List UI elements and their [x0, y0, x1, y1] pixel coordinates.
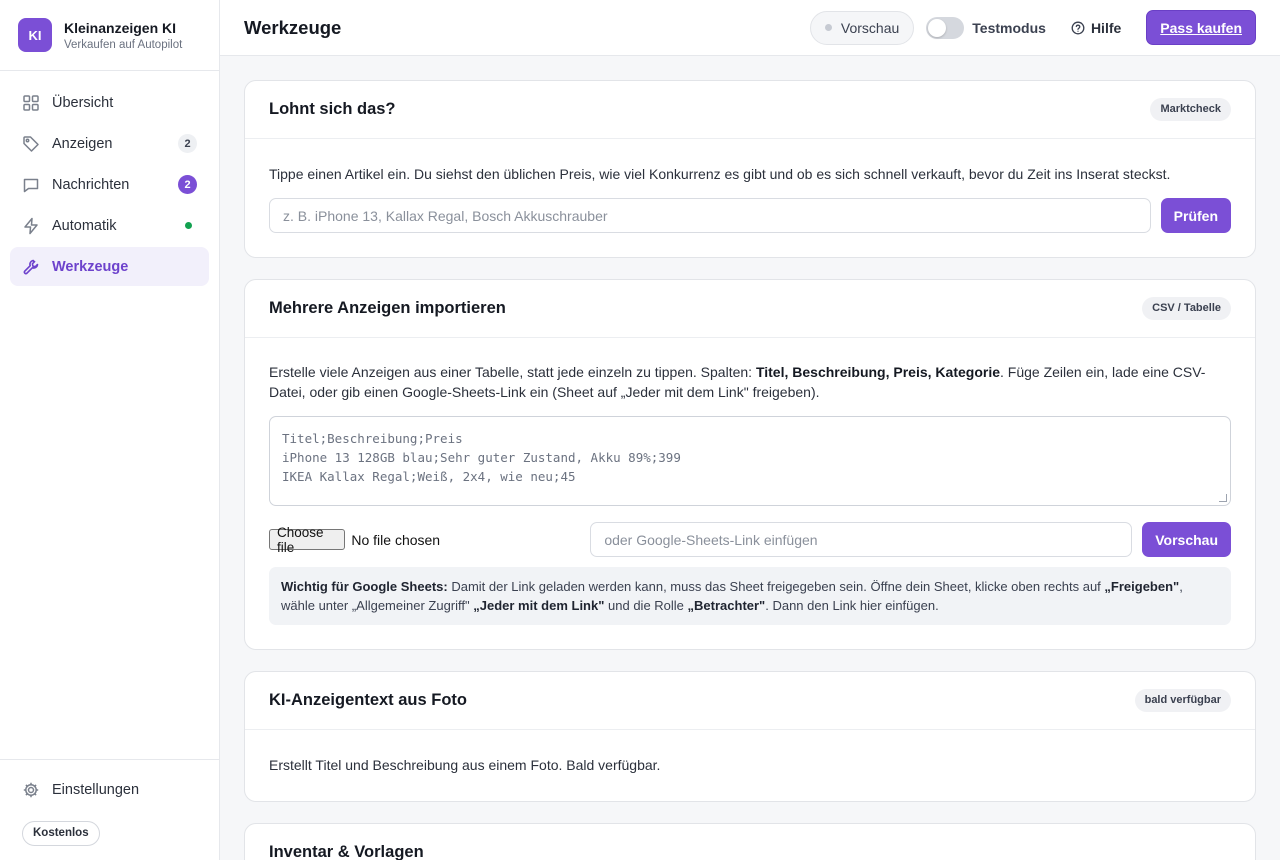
- photo-ad-text-card: KI-Anzeigentext aus Foto bald verfügbar …: [244, 671, 1256, 802]
- page-title: Werkzeuge: [244, 16, 342, 38]
- sidebar-item-uebersicht[interactable]: Übersicht: [10, 83, 209, 122]
- card-description: Erstellt Titel und Beschreibung aus eine…: [269, 757, 661, 773]
- card-title: Inventar & Vorlagen: [269, 843, 424, 860]
- wrench-icon: [22, 258, 40, 276]
- test-mode-toggle[interactable]: [926, 16, 965, 39]
- card-body: Erstellt Titel und Beschreibung aus eine…: [245, 730, 1255, 801]
- sidebar-item-werkzeuge[interactable]: Werkzeuge: [10, 247, 209, 286]
- main-content: Lohnt sich das? Marktcheck Tippe einen A…: [220, 56, 1280, 860]
- sidebar: KI Kleinanzeigen KI Verkaufen auf Autopi…: [0, 0, 220, 860]
- textarea-line: IKEA Kallax Regal;Weiß, 2x4, wie neu;45: [282, 469, 576, 484]
- sidebar-item-label: Übersicht: [52, 94, 114, 111]
- toggle-knob: [928, 18, 947, 37]
- top-bar: Werkzeuge Vorschau Testmodus Hilfe Pass …: [220, 0, 1280, 56]
- sheets-link-input[interactable]: oder Google-Sheets-Link einfügen: [590, 522, 1133, 557]
- card-title: Lohnt sich das?: [269, 100, 396, 118]
- market-check-card: Lohnt sich das? Marktcheck Tippe einen A…: [244, 80, 1256, 258]
- article-search-input[interactable]: z. B. iPhone 13, Kallax Regal, Bosch Akk…: [269, 198, 1151, 233]
- sidebar-nav: Übersicht Anzeigen 2 Nachrichten 2 Autom…: [0, 71, 219, 300]
- card-header: Mehrere Anzeigen importieren CSV / Tabel…: [245, 280, 1255, 338]
- help-icon: [1071, 21, 1085, 35]
- brand-logo: KI: [18, 18, 52, 52]
- card-title: KI-Anzeigentext aus Foto: [269, 691, 468, 709]
- card-description: Tippe einen Artikel ein. Du siehst den ü…: [269, 166, 1171, 182]
- card-description: Erstelle viele Anzeigen aus einer Tabell…: [269, 364, 1206, 400]
- check-button[interactable]: Prüfen: [1160, 198, 1231, 233]
- brand[interactable]: KI Kleinanzeigen KI Verkaufen auf Autopi…: [0, 0, 219, 71]
- tag-icon: [22, 135, 40, 153]
- resize-handle[interactable]: [1219, 494, 1227, 502]
- brand-subtitle: Verkaufen auf Autopilot: [64, 38, 183, 51]
- sidebar-item-label: Nachrichten: [52, 176, 130, 193]
- bulk-import-card: Mehrere Anzeigen importieren CSV / Tabel…: [244, 279, 1256, 650]
- card-header: Lohnt sich das? Marktcheck: [245, 81, 1255, 139]
- plan-badge[interactable]: Kostenlos: [22, 821, 100, 846]
- help-link[interactable]: Hilfe: [1071, 20, 1121, 36]
- preview-label: Vorschau: [840, 19, 900, 36]
- textarea-line: iPhone 13 128GB blau;Sehr guter Zustand,…: [282, 450, 681, 465]
- textarea-line: Titel;Beschreibung;Preis: [282, 431, 463, 446]
- import-source-row: Choose file No file chosen oder Google-S…: [269, 522, 1231, 557]
- sidebar-item-label: Automatik: [52, 217, 117, 234]
- buy-pass-button[interactable]: Pass kaufen: [1146, 10, 1256, 45]
- card-header: Inventar & Vorlagen: [245, 824, 1255, 860]
- card-title: Mehrere Anzeigen importieren: [269, 299, 506, 317]
- card-tag: bald verfügbar: [1134, 689, 1231, 712]
- google-sheets-note: Wichtig für Google Sheets: Damit der Lin…: [269, 567, 1231, 625]
- market-check-form: z. B. iPhone 13, Kallax Regal, Bosch Akk…: [269, 198, 1231, 233]
- card-body: Tippe einen Artikel ein. Du siehst den ü…: [245, 139, 1255, 257]
- unread-badge: 2: [178, 175, 197, 194]
- preview-button[interactable]: Vorschau: [1142, 522, 1231, 557]
- sidebar-item-label: Einstellungen: [52, 781, 140, 798]
- sidebar-item-einstellungen[interactable]: Einstellungen: [10, 770, 209, 809]
- inventory-templates-card: Inventar & Vorlagen: [244, 823, 1256, 860]
- help-label: Hilfe: [1090, 19, 1122, 36]
- status-dot: [185, 222, 192, 229]
- card-header: KI-Anzeigentext aus Foto bald verfügbar: [245, 672, 1255, 730]
- count-badge: 2: [178, 134, 197, 153]
- sidebar-item-label: Werkzeuge: [52, 258, 129, 275]
- preview-status-pill[interactable]: Vorschau: [809, 10, 915, 45]
- card-body: Erstelle viele Anzeigen aus einer Tabell…: [245, 338, 1255, 649]
- sidebar-item-nachrichten[interactable]: Nachrichten 2: [10, 165, 209, 204]
- brand-title: Kleinanzeigen KI: [64, 19, 177, 36]
- file-status: No file chosen: [351, 531, 441, 548]
- sidebar-item-label: Anzeigen: [52, 135, 113, 152]
- test-mode-label: Testmodus: [972, 19, 1046, 36]
- sidebar-footer: Einstellungen Kostenlos: [0, 759, 219, 860]
- csv-textarea[interactable]: Titel;Beschreibung;Preis iPhone 13 128GB…: [269, 416, 1231, 506]
- grid-icon: [22, 94, 40, 112]
- sidebar-item-automatik[interactable]: Automatik: [10, 206, 209, 245]
- gear-icon: [22, 781, 40, 799]
- card-tag: Marktcheck: [1150, 98, 1231, 121]
- status-dot: [824, 24, 832, 31]
- chat-icon: [22, 176, 40, 194]
- card-tag: CSV / Tabelle: [1142, 297, 1231, 320]
- lightning-icon: [22, 217, 40, 235]
- sidebar-item-anzeigen[interactable]: Anzeigen 2: [10, 124, 209, 163]
- choose-file-button[interactable]: Choose file: [269, 525, 346, 555]
